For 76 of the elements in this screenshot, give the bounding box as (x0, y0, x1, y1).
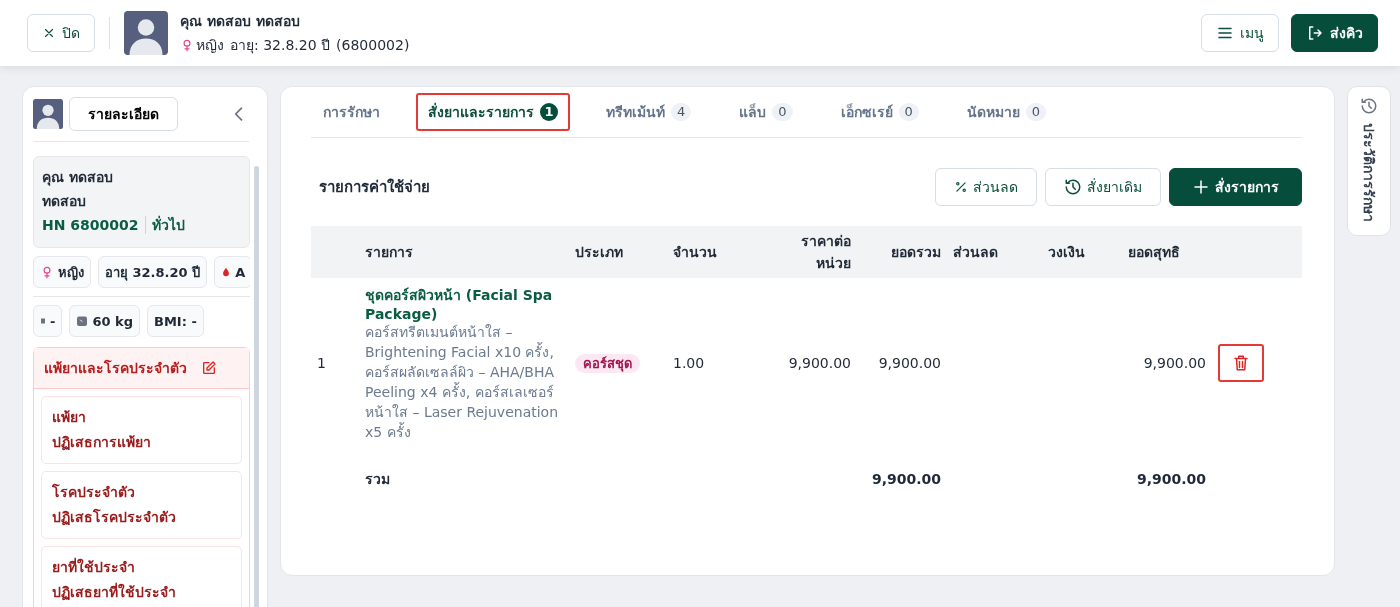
delete-button[interactable] (1218, 344, 1264, 382)
item-name: ชุดคอร์สผิวหน้า (Facial Spa Package) (365, 286, 554, 322)
table-cell: 9,900.00 (857, 278, 947, 448)
table-cell: 9,900.00 (1122, 278, 1212, 448)
percent-icon (954, 180, 968, 194)
send-queue-button[interactable]: ส่งคิว (1291, 14, 1378, 52)
table-cell-text: 9,900.00 (870, 470, 942, 489)
tab[interactable]: แล็บ 0 (727, 93, 805, 131)
info-chip: BMI: - (147, 305, 204, 337)
trash-icon (1232, 354, 1250, 372)
allergy-label: ยาที่ใช้ประจำ (52, 556, 136, 577)
column-header: รายการ (359, 226, 569, 278)
tab[interactable]: การรักษา (311, 93, 392, 131)
table-cell-text: 9,900.00 (1135, 470, 1207, 489)
column-header: ส่วนลด (947, 226, 1042, 278)
tab[interactable]: เอ็กซเรย์ 0 (828, 93, 931, 131)
menu-button[interactable]: เมนู (1201, 14, 1279, 52)
type-tag: คอร์สชุด (575, 353, 640, 373)
count-badge: 0 (898, 103, 919, 121)
tab[interactable]: ทรีทเม้นท์ 4 (594, 93, 704, 131)
info-chip: อายุ 32.8.20 ปี (98, 256, 208, 288)
add-button[interactable]: สั่งรายการ (1169, 168, 1302, 206)
column-header: ยอดสุทธิ (1122, 226, 1212, 278)
table-cell: 9,900.00 (757, 278, 857, 448)
history-icon (1064, 178, 1082, 196)
count-badge: 1 (540, 103, 558, 121)
patient-name: คุณ ทดสอบ (42, 168, 114, 188)
allergy-value: ปฏิเสธยาที่ใช้ประจำ (52, 581, 177, 603)
total-label: รวม (364, 470, 391, 489)
hn-text: HN 6800002 (42, 216, 139, 235)
history-icon (1360, 97, 1378, 115)
patient-type-text: ทั่วไป (151, 214, 185, 235)
close-button[interactable]: ปิด (27, 14, 95, 52)
blood-drop-icon (221, 266, 232, 278)
section-title: รายการค่าใช้จ่าย (319, 177, 431, 198)
gender-chip: หญิง (33, 256, 91, 288)
patient-name: ทดสอบ (42, 192, 87, 211)
close-icon (42, 26, 56, 40)
allergy-value: ปฏิเสธโรคประจำตัว (52, 507, 177, 528)
allergy-label: โรคประจำตัว (52, 482, 136, 502)
column-header: วงเงิน (1042, 226, 1122, 278)
history-button[interactable]: สั่งยาเดิม (1045, 168, 1161, 206)
plus-icon (1192, 178, 1210, 196)
patient-id-text: (6800002) (336, 37, 410, 53)
table-cell: 1.00 (667, 278, 757, 448)
edit-icon (201, 360, 217, 376)
patient-name: คุณ ทดสอบ ทดสอบ (180, 12, 301, 32)
item-description: คอร์สทรีตเมนต์หน้าใส – Brightening Facial x10 ครั้ง, คอร์สผลัดเซลล์ผิว – AHA/BHA Peeling x4 ครั้ง, คอร์สเลเซอร์หน้าใส – Laser Rejuvenation x5 ครั้ง (365, 323, 560, 442)
discount-button[interactable]: ส่วนลด (935, 168, 1037, 206)
tab[interactable]: สั่งยาและรายการ 1 (416, 93, 570, 131)
age-text: อายุ: 32.8.20 ปี (230, 36, 331, 56)
column-header: จำนวน (667, 226, 757, 278)
female-icon (180, 38, 194, 52)
row-number: 1 (311, 278, 359, 448)
scrollbar[interactable] (254, 166, 259, 607)
exit-arrow-icon (1306, 24, 1324, 42)
tab[interactable]: นัดหมาย 0 (954, 93, 1059, 131)
allergy-title: แพ้ยาและโรคประจำตัว (44, 358, 187, 378)
count-badge: 4 (671, 103, 692, 121)
column-header: ราคาต่อ หน่วย (757, 226, 857, 278)
column-header: ประเภท (569, 226, 667, 278)
avatar-icon (124, 11, 168, 55)
female-icon (40, 265, 54, 279)
allergy-label: แพ้ยา (52, 408, 87, 427)
count-badge: 0 (772, 103, 793, 121)
history-tab[interactable]: ประวัติการรักษา (1347, 86, 1391, 236)
allergy-value: ปฏิเสธการแพ้ยา (52, 433, 152, 453)
details-button[interactable]: รายละเอียด (69, 97, 178, 131)
height-chip: - (33, 305, 63, 337)
avatar-icon (33, 99, 63, 129)
column-header: ยอดรวม (857, 226, 947, 278)
count-badge: 0 (1025, 103, 1047, 121)
scale-icon (76, 315, 89, 327)
weight-chip: 60 kg (69, 305, 140, 337)
blood-chip: A (214, 256, 250, 288)
gender-text: หญิง (196, 36, 224, 55)
